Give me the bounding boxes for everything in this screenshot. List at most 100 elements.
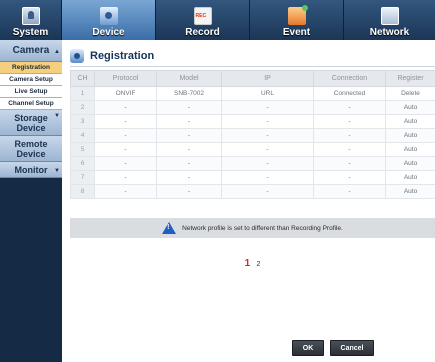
sidebar-item-channel-setup[interactable]: Channel Setup (0, 98, 62, 110)
protocol-cell: - (94, 156, 157, 171)
tab-network[interactable]: Network (344, 0, 435, 40)
ok-button[interactable]: OK (292, 340, 324, 356)
auto-button[interactable]: Auto (385, 184, 435, 199)
table-row[interactable]: 7 - - - - Auto (70, 170, 435, 185)
model-cell: - (156, 156, 222, 171)
model-cell: - (156, 184, 222, 199)
model-cell: - (156, 142, 222, 157)
connection-cell: - (313, 114, 386, 129)
table-header-row: CH Protocol Model IP Connection Register (70, 70, 435, 87)
sidebar-section-storage-device[interactable]: Storage Device ▼ (0, 110, 62, 136)
sidebar-item-registration[interactable]: Registration (0, 62, 62, 74)
ip-cell: - (221, 156, 314, 171)
chevron-down-icon: ▼ (54, 168, 60, 174)
channel-cell: 2 (70, 100, 95, 115)
page-2-link[interactable]: 2 (256, 261, 260, 268)
sidebar-section-camera[interactable]: Camera ▲ (0, 40, 62, 62)
auto-button[interactable]: Auto (385, 128, 435, 143)
channel-cell: 4 (70, 128, 95, 143)
table-row[interactable]: 3 - - - - Auto (70, 114, 435, 129)
sidebar: Camera ▲ Registration Camera Setup Live … (0, 40, 62, 362)
ip-cell: - (221, 114, 314, 129)
notice-bar: Network profile is set to different than… (70, 218, 435, 238)
auto-button[interactable]: Auto (385, 114, 435, 129)
connection-cell: - (313, 184, 386, 199)
connection-cell: - (313, 170, 386, 185)
divider (70, 66, 435, 67)
table-row[interactable]: 1 ONVIF SNB-7002 URL Connected Delete (70, 86, 435, 101)
ip-cell: - (221, 100, 314, 115)
record-icon (193, 7, 212, 25)
channel-cell: 6 (70, 156, 95, 171)
model-cell: - (156, 128, 222, 143)
column-header: Connection (313, 70, 386, 87)
sidebar-section-label: Camera (12, 45, 50, 56)
model-cell: - (156, 100, 222, 115)
channel-cell: 8 (70, 184, 95, 199)
sidebar-section-remote-device[interactable]: Remote Device (0, 136, 62, 162)
sidebar-section-label: Storage (14, 113, 48, 123)
auto-button[interactable]: Auto (385, 156, 435, 171)
pagination: 1 2 (70, 258, 435, 269)
tab-label: Event (282, 27, 311, 38)
column-header: IP (221, 70, 314, 87)
sidebar-item-live-setup[interactable]: Live Setup (0, 86, 62, 98)
event-icon (287, 5, 308, 25)
tab-system[interactable]: System (0, 0, 62, 40)
sidebar-section-label: Remote (14, 139, 48, 149)
system-icon (21, 7, 40, 25)
protocol-cell: - (94, 184, 157, 199)
tab-label: Record (185, 27, 220, 38)
tab-event[interactable]: Event (250, 0, 344, 40)
sidebar-section-label: Device (16, 149, 46, 159)
app-window: System Device Record Event Network Camer… (0, 0, 435, 362)
channel-cell: 7 (70, 170, 95, 185)
sidebar-section-label: Monitor (14, 165, 48, 175)
network-icon (380, 7, 399, 25)
channel-cell: 1 (70, 86, 95, 101)
page-title: Registration (90, 50, 155, 62)
top-tab-bar: System Device Record Event Network (0, 0, 435, 40)
cancel-button[interactable]: Cancel (330, 340, 374, 356)
connection-cell: - (313, 156, 386, 171)
tab-record[interactable]: Record (156, 0, 250, 40)
table-row[interactable]: 4 - - - - Auto (70, 128, 435, 143)
table-row[interactable]: 6 - - - - Auto (70, 156, 435, 171)
connection-cell: Connected (313, 86, 386, 101)
column-header: Register (385, 70, 435, 87)
warning-icon (162, 222, 177, 234)
connection-cell: - (313, 100, 386, 115)
tab-device[interactable]: Device (62, 0, 156, 40)
delete-button[interactable]: Delete (385, 86, 435, 101)
sidebar-section-monitor[interactable]: Monitor ▼ (0, 162, 62, 178)
device-icon (99, 7, 118, 25)
column-header: Protocol (94, 70, 157, 87)
protocol-cell: - (94, 128, 157, 143)
column-header: CH (70, 70, 95, 87)
auto-button[interactable]: Auto (385, 142, 435, 157)
model-cell: SNB-7002 (156, 86, 222, 101)
connection-cell: - (313, 142, 386, 157)
page-1-link[interactable]: 1 (245, 258, 251, 269)
protocol-cell: - (94, 142, 157, 157)
channel-cell: 5 (70, 142, 95, 157)
ip-cell: - (221, 184, 314, 199)
protocol-cell: ONVIF (94, 86, 157, 101)
auto-button[interactable]: Auto (385, 170, 435, 185)
protocol-cell: - (94, 100, 157, 115)
auto-button[interactable]: Auto (385, 100, 435, 115)
chevron-up-icon: ▲ (54, 49, 60, 55)
table-row[interactable]: 8 - - - - Auto (70, 184, 435, 199)
registration-table: CH Protocol Model IP Connection Register… (70, 70, 435, 199)
sidebar-item-camera-setup[interactable]: Camera Setup (0, 74, 62, 86)
page-header: Registration (70, 46, 435, 66)
connection-cell: - (313, 128, 386, 143)
notice-text: Network profile is set to different than… (182, 224, 343, 232)
tab-label: System (12, 27, 49, 38)
column-header: Model (156, 70, 222, 87)
protocol-cell: - (94, 114, 157, 129)
ip-cell: - (221, 128, 314, 143)
table-row[interactable]: 2 - - - - Auto (70, 100, 435, 115)
model-cell: - (156, 170, 222, 185)
table-row[interactable]: 5 - - - - Auto (70, 142, 435, 157)
